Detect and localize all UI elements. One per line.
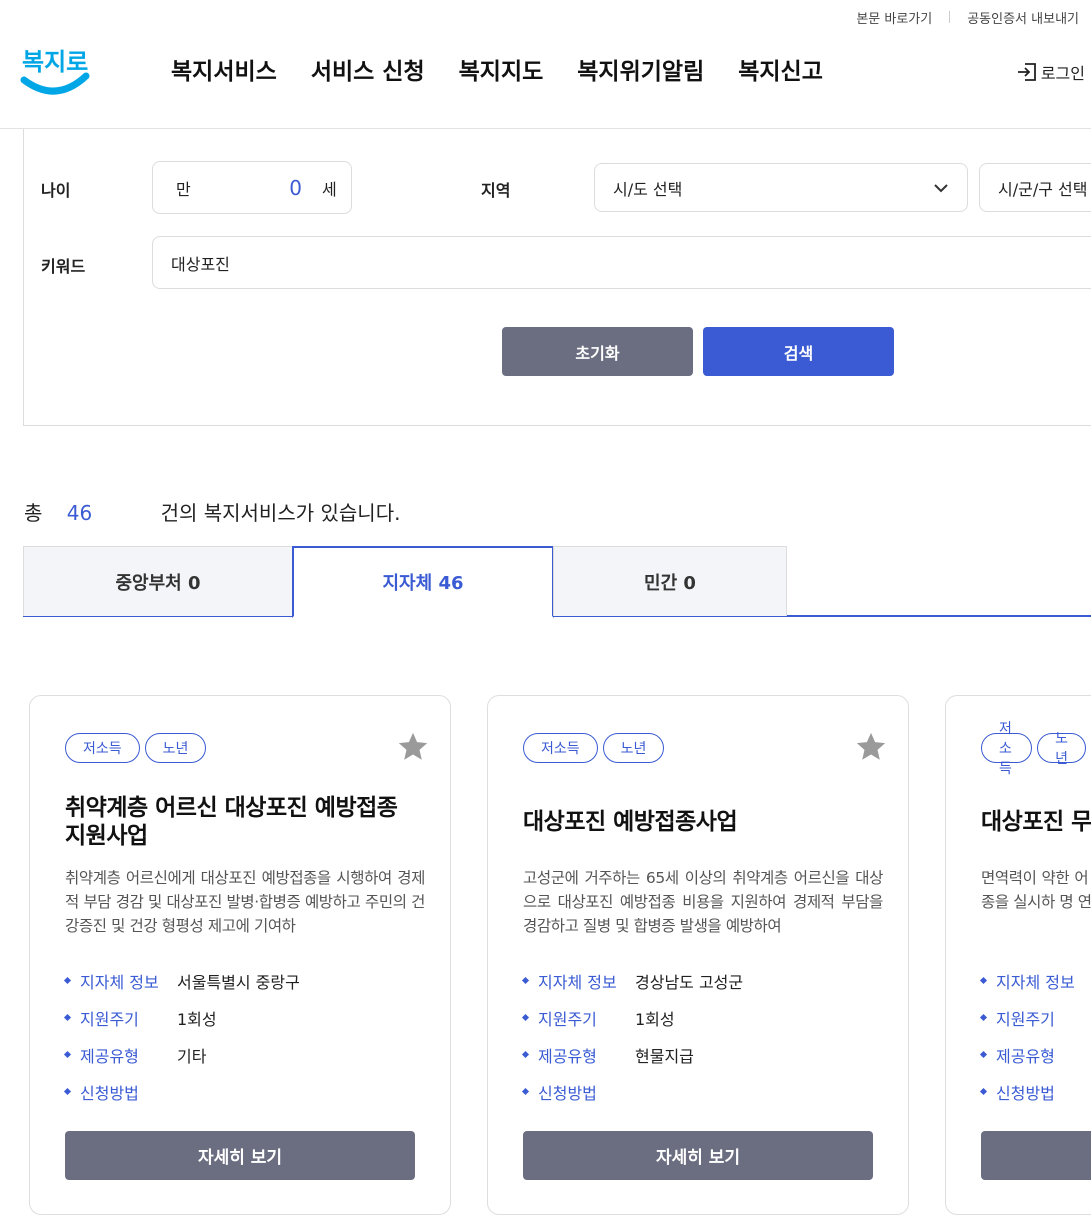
info-key: 제공유형: [80, 1046, 139, 1066]
info-value: 경상남도 고성군: [635, 972, 744, 992]
bullet-icon: [63, 1050, 72, 1059]
age-input[interactable]: 만 0 세: [152, 161, 352, 214]
age-value[interactable]: 0: [266, 176, 302, 200]
reset-button[interactable]: 초기화: [502, 327, 693, 376]
divider: [949, 11, 951, 23]
info-key: 지자체 정보: [80, 972, 159, 992]
age-suffix: 세: [322, 179, 337, 199]
info-value: 기타: [177, 1046, 207, 1066]
login-button[interactable]: 로그인: [1016, 60, 1085, 84]
certificate-export-link[interactable]: 공동인증서 내보내기: [967, 8, 1079, 27]
login-label: 로그인: [1040, 64, 1085, 83]
card-description: 고성군에 거주하는 65세 이상의 취약계층 어르신을 대상으로 대상포진 예방…: [523, 869, 883, 935]
card-info: 지자체 정보 지원주기 제공유형 신청방법: [979, 962, 1091, 1110]
tag[interactable]: 노년: [1037, 731, 1086, 767]
bullet-icon: [521, 1013, 530, 1022]
card-info: 지자체 정보 경상남도 고성군 지원주기 1회성 제공유형 현물지급 신청방법: [521, 962, 744, 1110]
bullet-icon: [521, 1087, 530, 1096]
card-info: 지자체 정보 서울특별시 중랑구 지원주기 1회성 제공유형 기타 신청방법: [63, 962, 300, 1110]
bullet-icon: [979, 1013, 988, 1022]
nav-welfare-report[interactable]: 복지신고: [738, 52, 823, 86]
info-key: 신청방법: [80, 1083, 139, 1103]
service-card[interactable]: 저소득 노년 취약계층 어르신 대상포진 예방접종 지원사업 취약계층 어르신에…: [29, 695, 451, 1215]
info-key: 지자체 정보: [996, 972, 1075, 992]
info-value: 서울특별시 중랑구: [177, 972, 300, 992]
card-title[interactable]: 취약계층 어르신 대상포진 예방접종 지원사업: [65, 794, 425, 850]
tag-list: 저소득 노년: [65, 733, 211, 763]
tab-central[interactable]: 중앙부처 0: [23, 546, 293, 616]
info-key: 지자체 정보: [538, 972, 617, 992]
bullet-icon: [979, 976, 988, 985]
keyword-value: 대상포진: [171, 254, 230, 274]
info-key: 지원주기: [538, 1009, 597, 1029]
keyword-label: 키워드: [41, 257, 86, 276]
sigungu-select-value: 시/군/구 선택: [998, 179, 1088, 199]
info-key: 제공유형: [538, 1046, 597, 1066]
sigungu-select[interactable]: 시/군/구 선택: [979, 163, 1091, 212]
nav-welfare-map[interactable]: 복지지도: [459, 52, 544, 86]
result-count-number: 46: [66, 501, 93, 525]
nav-welfare-service[interactable]: 복지서비스: [171, 52, 277, 86]
info-value: 현물지급: [635, 1046, 694, 1066]
bullet-icon: [63, 1013, 72, 1022]
bullet-icon: [521, 976, 530, 985]
tab-private[interactable]: 민간 0: [553, 546, 787, 616]
info-key: 신청방법: [996, 1083, 1055, 1103]
svg-text:복지로: 복지로: [22, 48, 88, 76]
age-label: 나이: [41, 181, 71, 200]
bullet-icon: [63, 1087, 72, 1096]
detail-button[interactable]: [981, 1131, 1091, 1180]
detail-button[interactable]: 자세히 보기: [523, 1131, 873, 1180]
info-key: 신청방법: [538, 1083, 597, 1103]
tag-list: 저소득 노년: [523, 733, 669, 763]
main-navigation: 복지서비스 서비스 신청 복지지도 복지위기알림 복지신고: [171, 52, 857, 86]
detail-button[interactable]: 자세히 보기: [65, 1131, 415, 1180]
star-icon[interactable]: [396, 730, 430, 764]
bullet-icon: [63, 976, 72, 985]
service-card[interactable]: 저소득 노년 대상포진 무 면역력이 약한 어 방접종을 실시하 명 연장 지자…: [945, 695, 1091, 1215]
info-key: 제공유형: [996, 1046, 1055, 1066]
result-count-suffix: 건의 복지서비스가 있습니다.: [160, 501, 401, 525]
utility-bar: 본문 바로가기 공동인증서 내보내기: [856, 6, 1079, 28]
tag[interactable]: 저소득: [981, 721, 1033, 777]
bullet-icon: [979, 1050, 988, 1059]
info-value: 1회성: [635, 1009, 675, 1029]
skip-to-content-link[interactable]: 본문 바로가기: [856, 8, 932, 27]
info-key: 지원주기: [996, 1009, 1055, 1029]
tag-list: 저소득 노년: [981, 721, 1091, 777]
card-description: 취약계층 어르신에게 대상포진 예방접종을 시행하여 경제적 부담 경감 및 대…: [65, 869, 425, 935]
region-label: 지역: [481, 181, 511, 200]
tag[interactable]: 노년: [602, 733, 665, 763]
tab-local[interactable]: 지자체 46: [292, 546, 554, 618]
age-prefix: 만: [176, 179, 191, 199]
chevron-down-icon: [934, 184, 948, 193]
card-description: 면역력이 약한 어 방접종을 실시하 명 연장: [981, 869, 1091, 911]
login-icon: [1017, 63, 1036, 81]
card-title[interactable]: 대상포진 무: [981, 808, 1091, 836]
keyword-input[interactable]: 대상포진: [152, 236, 1091, 289]
result-count-prefix: 총: [24, 501, 43, 525]
tag[interactable]: 저소득: [65, 733, 140, 763]
site-logo[interactable]: 복지로: [20, 36, 92, 100]
info-value: 1회성: [177, 1009, 217, 1029]
bullet-icon: [521, 1050, 530, 1059]
service-card[interactable]: 저소득 노년 대상포진 예방접종사업 고성군에 거주하는 65세 이상의 취약계…: [487, 695, 909, 1215]
search-button[interactable]: 검색: [703, 327, 894, 376]
tag[interactable]: 노년: [144, 733, 207, 763]
result-count: 총 46 건의 복지서비스가 있습니다.: [24, 497, 400, 526]
bullet-icon: [979, 1087, 988, 1096]
sido-select-value: 시/도 선택: [613, 179, 683, 199]
bokjiro-logo-icon: 복지로: [20, 48, 90, 95]
info-key: 지원주기: [80, 1009, 139, 1029]
tag[interactable]: 저소득: [523, 733, 598, 763]
card-title[interactable]: 대상포진 예방접종사업: [523, 808, 883, 836]
nav-crisis-alert[interactable]: 복지위기알림: [577, 52, 704, 86]
nav-service-apply[interactable]: 서비스 신청: [311, 52, 425, 86]
star-icon[interactable]: [854, 730, 888, 764]
sido-select[interactable]: 시/도 선택: [594, 163, 968, 212]
